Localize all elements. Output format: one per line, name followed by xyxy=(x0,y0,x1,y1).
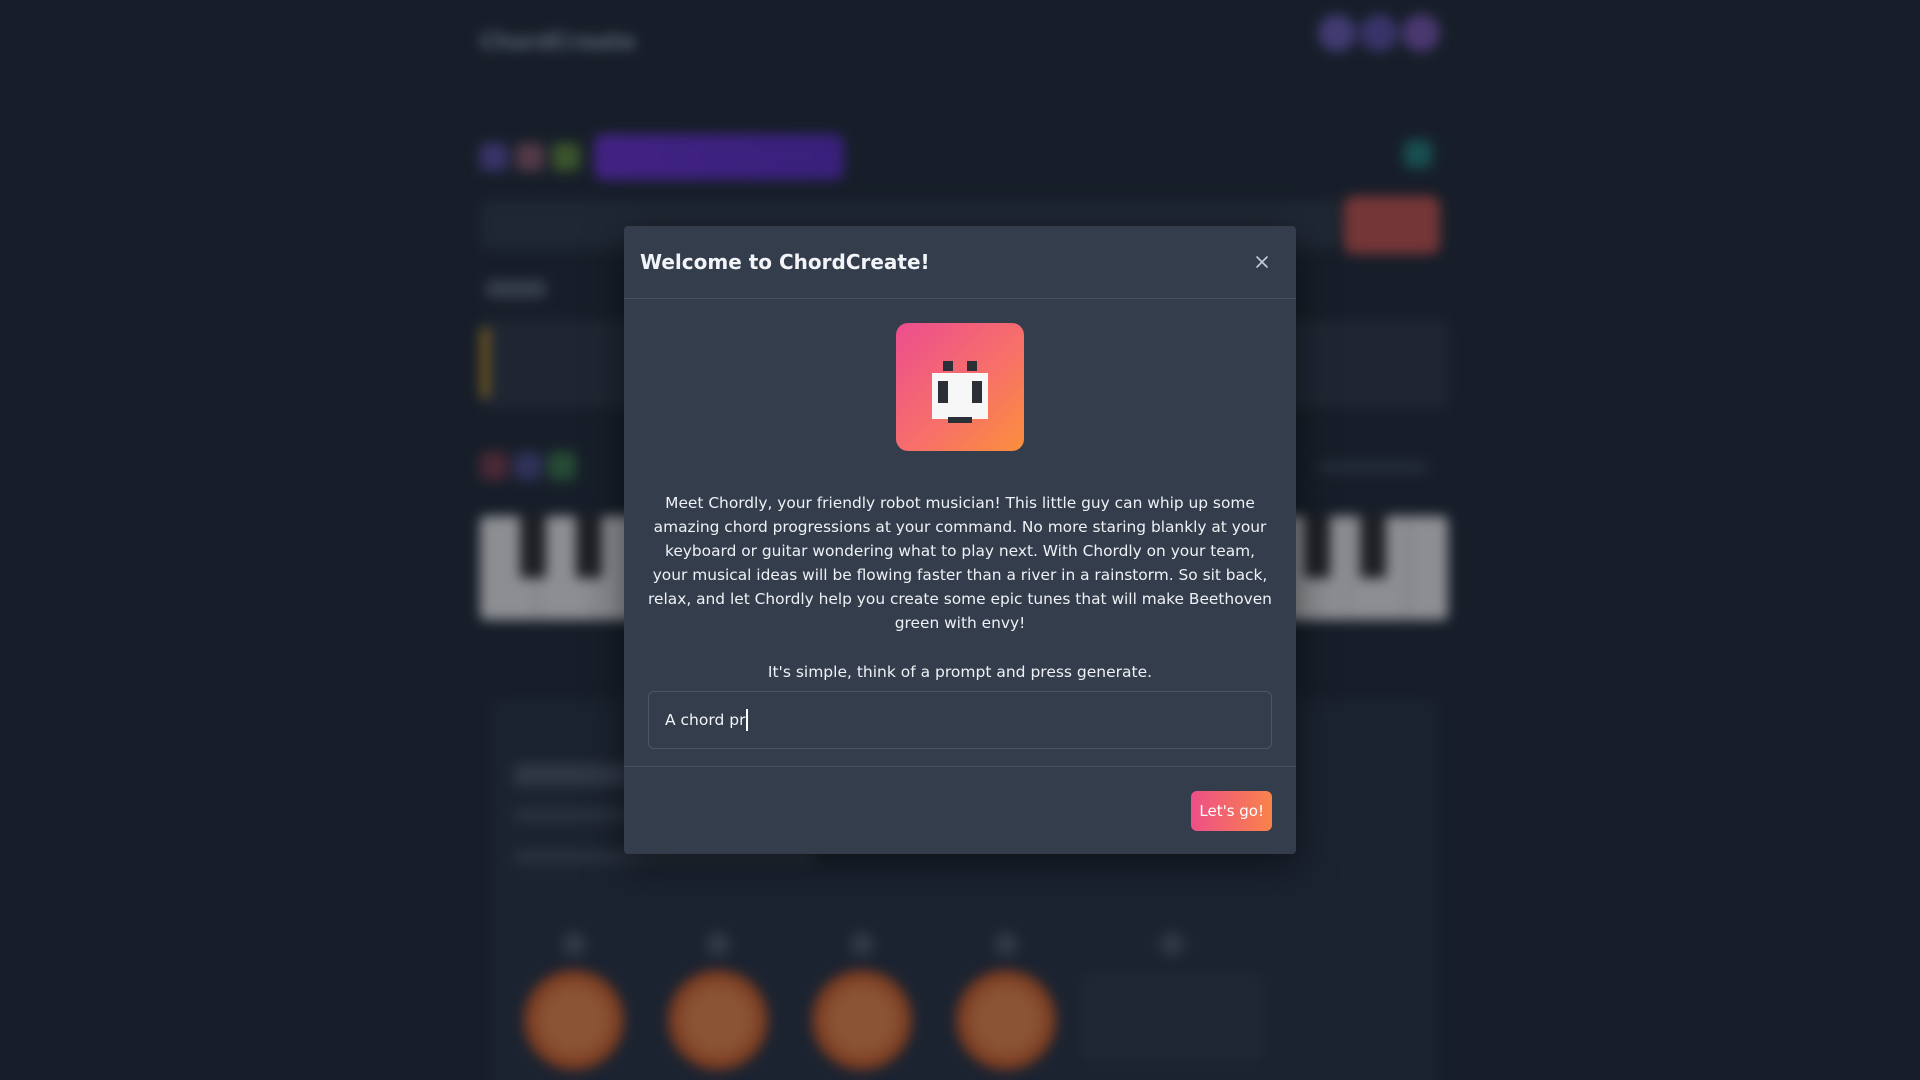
lets-go-button[interactable]: Let's go! xyxy=(1191,790,1272,831)
robot-face-icon xyxy=(896,323,1024,451)
robot-face-graphic xyxy=(932,361,988,423)
close-icon xyxy=(1256,256,1268,268)
modal-body: Meet Chordly, your friendly robot musici… xyxy=(624,299,1296,749)
instruction-text: It's simple, think of a prompt and press… xyxy=(767,663,1153,681)
modal-header: Welcome to ChordCreate! xyxy=(624,226,1296,299)
modal-footer: Let's go! xyxy=(624,766,1296,854)
prompt-input[interactable]: A chord pr xyxy=(648,691,1272,749)
close-button[interactable] xyxy=(1248,248,1276,276)
modal-title: Welcome to ChordCreate! xyxy=(640,250,930,274)
text-caret xyxy=(746,709,749,731)
intro-text: Meet Chordly, your friendly robot musici… xyxy=(648,494,1272,632)
welcome-modal: Welcome to ChordCreate! Meet Chordly, yo… xyxy=(624,226,1296,854)
prompt-input-value: A chord pr xyxy=(665,711,746,729)
